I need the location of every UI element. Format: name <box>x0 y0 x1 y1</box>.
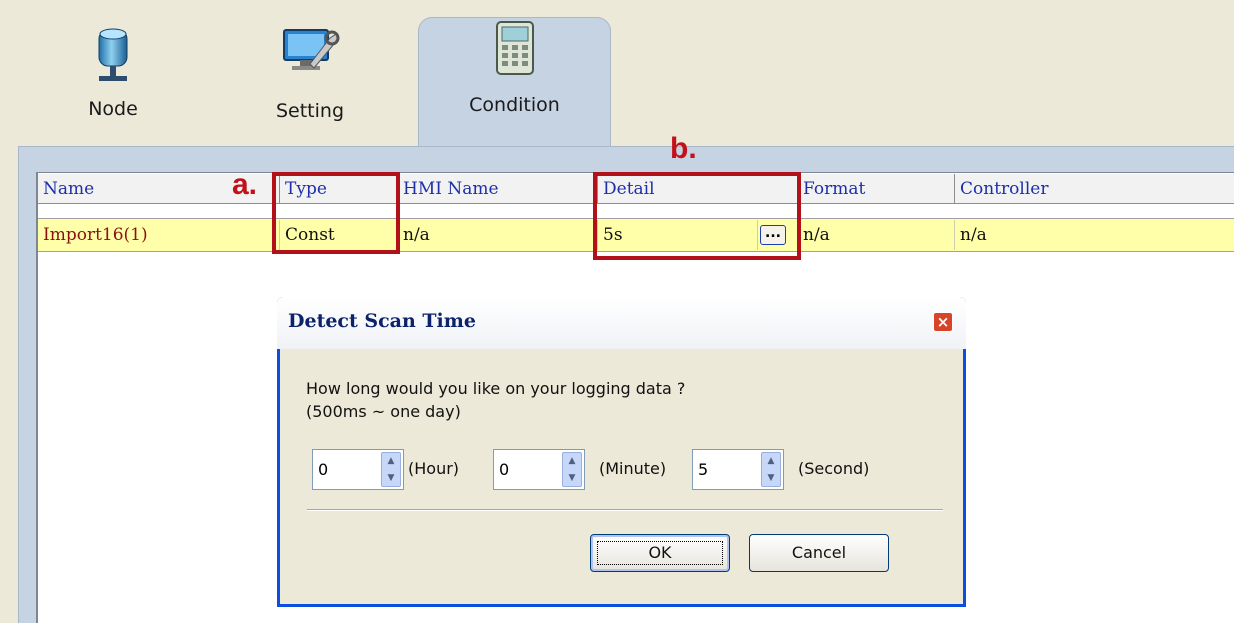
second-value[interactable]: 5 <box>698 460 708 479</box>
hour-value[interactable]: 0 <box>318 460 328 479</box>
cell-hmi-name[interactable]: n/a <box>398 220 598 250</box>
hour-spinner[interactable]: 0 ▲ ▼ <box>312 449 404 490</box>
callout-box-type <box>272 172 400 254</box>
cell-controller[interactable]: n/a <box>955 220 1234 250</box>
cancel-button[interactable]: Cancel <box>749 534 889 572</box>
cell-format[interactable]: n/a <box>798 220 955 250</box>
tab-node-label: Node <box>88 98 138 120</box>
dialog-title-bar[interactable]: Detect Scan Time × <box>277 297 966 349</box>
column-header-controller[interactable]: Controller <box>955 174 1234 204</box>
tab-condition-label: Condition <box>469 94 560 116</box>
callout-box-detail <box>593 172 801 260</box>
spin-up-icon[interactable]: ▲ <box>382 453 400 469</box>
dialog-range-hint: (500ms ~ one day) <box>306 402 461 421</box>
detect-scan-time-dialog: Detect Scan Time × How long would you li… <box>277 297 966 607</box>
spin-down-icon[interactable]: ▼ <box>382 470 400 486</box>
dialog-divider <box>307 509 943 511</box>
focus-ring <box>597 541 723 565</box>
monitor-wrench-icon <box>280 24 340 79</box>
callout-label-b: b. <box>670 132 697 165</box>
calculator-icon <box>495 20 535 81</box>
tab-condition[interactable]: Condition <box>418 17 611 157</box>
second-unit-label: (Second) <box>798 459 870 478</box>
close-icon[interactable]: × <box>933 312 953 332</box>
dialog-body: How long would you like on your logging … <box>280 349 963 604</box>
minute-value[interactable]: 0 <box>499 460 509 479</box>
spin-up-icon[interactable]: ▲ <box>563 453 581 469</box>
second-spinner[interactable]: 5 ▲ ▼ <box>692 449 784 490</box>
hour-unit-label: (Hour) <box>408 459 460 478</box>
minute-unit-label: (Minute) <box>599 459 667 478</box>
minute-spinner-arrows: ▲ ▼ <box>562 452 582 487</box>
ok-button[interactable]: OK <box>590 534 730 572</box>
cancel-button-label: Cancel <box>791 543 847 562</box>
second-spinner-arrows: ▲ ▼ <box>761 452 781 487</box>
column-header-format[interactable]: Format <box>798 174 955 204</box>
tab-setting[interactable]: Setting <box>255 0 365 150</box>
tab-setting-label: Setting <box>275 100 345 122</box>
dialog-title: Detect Scan Time <box>288 310 476 332</box>
hour-spinner-arrows: ▲ ▼ <box>381 452 401 487</box>
callout-label-a: a. <box>232 168 258 201</box>
cell-name[interactable]: Import16(1) <box>38 220 280 250</box>
spin-up-icon[interactable]: ▲ <box>762 453 780 469</box>
minute-spinner[interactable]: 0 ▲ ▼ <box>493 449 585 490</box>
dialog-prompt: How long would you like on your logging … <box>306 379 686 398</box>
spin-down-icon[interactable]: ▼ <box>762 470 780 486</box>
column-header-hmi-name[interactable]: HMI Name <box>398 174 598 204</box>
spin-down-icon[interactable]: ▼ <box>563 470 581 486</box>
tab-node[interactable]: Node <box>58 0 168 150</box>
network-node-icon <box>97 26 129 89</box>
